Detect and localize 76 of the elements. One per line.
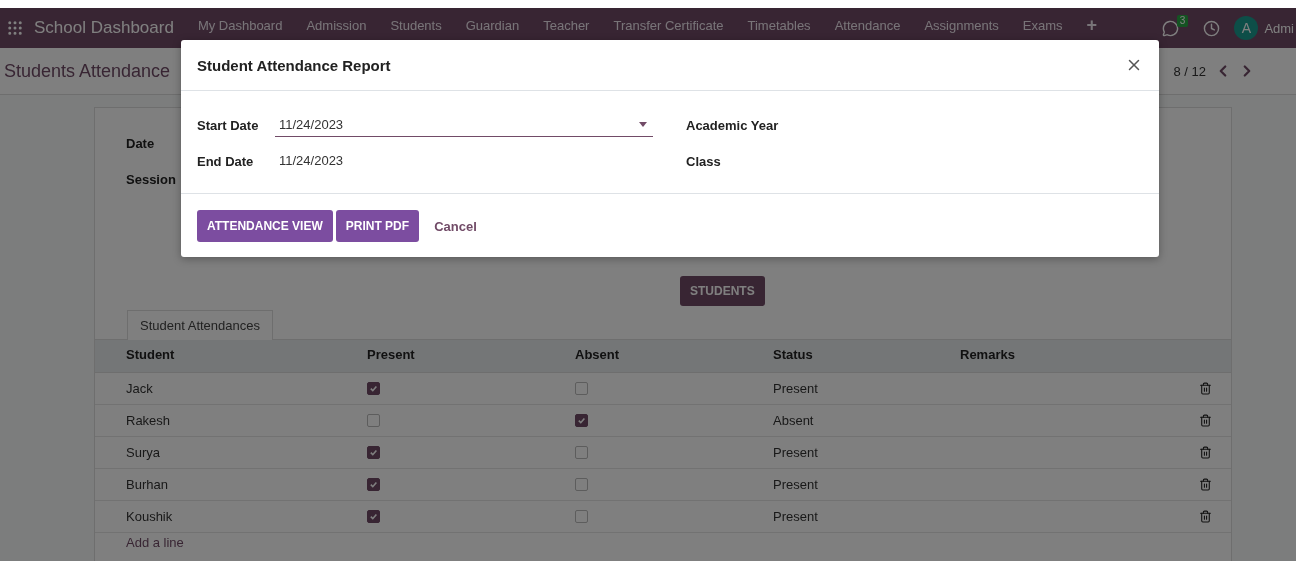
checkmark-icon — [369, 448, 378, 457]
primary-button[interactable]: PRINT PDF — [335, 210, 420, 242]
table-row[interactable]: Burhan Present — [95, 469, 1231, 501]
present-checkbox[interactable] — [367, 446, 380, 459]
table-row[interactable]: Rakesh Absent — [95, 405, 1231, 437]
absent-checkbox[interactable] — [575, 446, 588, 459]
nav-menu-item[interactable]: My Dashboard — [185, 17, 295, 33]
field-label: Date — [126, 136, 155, 151]
table-cell: Present — [773, 509, 818, 524]
field-label: Academic Year — [686, 117, 779, 133]
table-cell: Rakesh — [126, 413, 171, 428]
nav-menu-item[interactable]: Guardian — [453, 17, 532, 33]
checkmark-icon — [577, 416, 586, 425]
nav-menu-item[interactable]: Admission — [294, 17, 379, 33]
column-header[interactable]: Student — [126, 347, 175, 362]
field-label: Class — [686, 153, 721, 169]
present-checkbox[interactable] — [367, 510, 380, 523]
field-label: Start Date — [197, 117, 260, 133]
table-row[interactable]: Koushik Present — [95, 501, 1231, 533]
field-label: End Date — [197, 153, 255, 169]
activity-clock-icon[interactable] — [1203, 19, 1221, 37]
user-avatar[interactable]: A — [1234, 16, 1259, 40]
column-header[interactable]: Absent — [575, 347, 620, 362]
notebook-tab[interactable]: Student Attendances — [127, 310, 273, 340]
add-line-link[interactable]: Add a line — [126, 535, 184, 550]
present-checkbox[interactable] — [367, 382, 380, 395]
students-button[interactable]: STUDENTS — [680, 276, 765, 306]
table-cell: Absent — [773, 413, 814, 428]
delete-icon[interactable] — [1199, 478, 1212, 491]
breadcrumb[interactable]: Students Attendance — [4, 60, 171, 82]
absent-checkbox[interactable] — [575, 382, 588, 395]
table-cell: Burhan — [126, 477, 168, 492]
table-cell: Jack — [126, 381, 153, 396]
nav-menu-item[interactable]: Assignments — [912, 17, 1011, 33]
table-cell: Present — [773, 381, 818, 396]
nav-menu-item[interactable]: Students — [378, 17, 454, 33]
apps-menu-icon[interactable] — [6, 19, 24, 37]
table-cell: Present — [773, 445, 818, 460]
add-menu-icon[interactable]: + — [1074, 14, 1110, 36]
delete-icon[interactable] — [1199, 414, 1212, 427]
absent-checkbox[interactable] — [575, 478, 588, 491]
present-checkbox[interactable] — [367, 414, 380, 427]
dialog-title: Student Attendance Report — [197, 56, 391, 74]
delete-icon[interactable] — [1199, 382, 1212, 395]
nav-menu-item[interactable]: Attendance — [822, 17, 913, 33]
column-header[interactable]: Present — [367, 347, 415, 362]
checkmark-icon — [369, 384, 378, 393]
date-input[interactable]: 11/24/2023 — [275, 149, 653, 173]
date-input[interactable]: 11/24/2023 — [275, 113, 653, 137]
pager-counter: 8 / 12 — [1173, 63, 1206, 79]
absent-checkbox[interactable] — [575, 510, 588, 523]
user-name[interactable]: Admi — [1264, 20, 1294, 36]
nav-menu-item[interactable]: Exams — [1010, 17, 1075, 33]
column-header[interactable]: Remarks — [960, 347, 1015, 362]
nav-menu-item[interactable]: Teacher — [531, 17, 602, 33]
table-row[interactable]: Surya Present — [95, 437, 1231, 469]
checkmark-icon — [369, 512, 378, 521]
chat-icon[interactable] — [1162, 19, 1180, 37]
cancel-button[interactable]: Cancel — [428, 217, 483, 235]
table-row[interactable]: Jack Present — [95, 373, 1231, 405]
field-label: Session — [126, 172, 176, 187]
nav-menu-item[interactable]: Transfer Certificate — [601, 17, 736, 33]
column-header[interactable]: Status — [773, 347, 813, 362]
dropdown-caret-icon[interactable] — [639, 122, 647, 127]
table-cell: Present — [773, 477, 818, 492]
primary-button[interactable]: ATTENDANCE VIEW — [197, 210, 333, 242]
checkmark-icon — [369, 480, 378, 489]
message-count-badge: 3 — [1176, 14, 1189, 27]
table-cell: Koushik — [126, 509, 173, 524]
absent-checkbox[interactable] — [575, 414, 588, 427]
nav-menu-item[interactable]: Timetables — [735, 17, 823, 33]
delete-icon[interactable] — [1199, 446, 1212, 459]
present-checkbox[interactable] — [367, 478, 380, 491]
delete-icon[interactable] — [1199, 510, 1212, 523]
table-cell: Surya — [126, 445, 160, 460]
app-title[interactable]: School Dashboard — [34, 18, 174, 38]
